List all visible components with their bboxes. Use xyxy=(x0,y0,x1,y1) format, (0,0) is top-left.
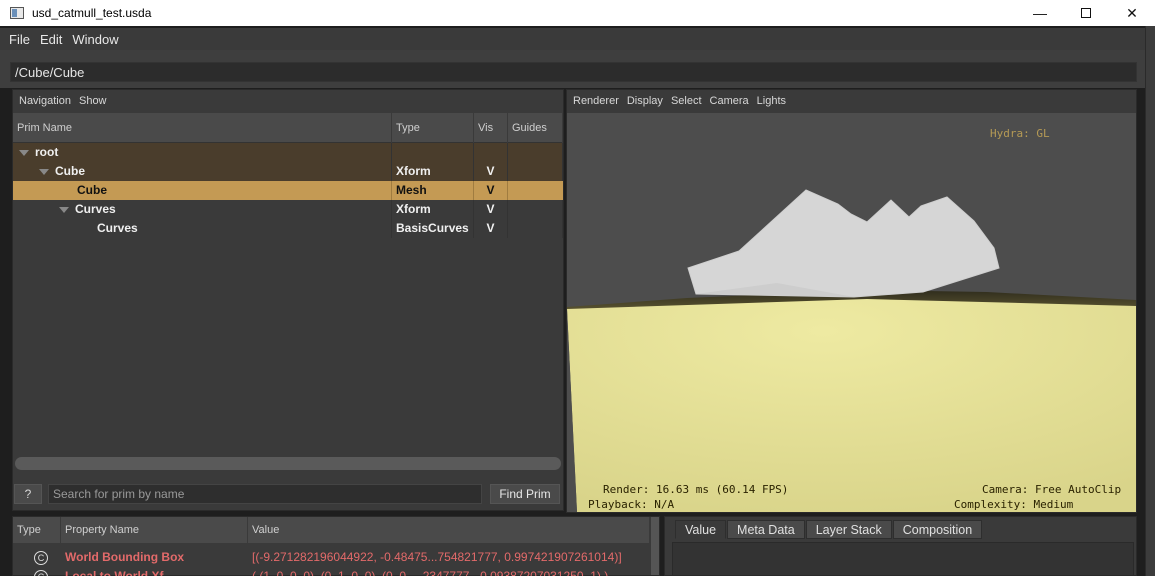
property-name: Local to World Xf... xyxy=(65,569,174,576)
path-bar: /Cube/Cube xyxy=(0,50,1145,88)
prim-vis[interactable]: V xyxy=(474,219,508,238)
menu-renderer[interactable]: Renderer xyxy=(569,95,623,107)
tab-value[interactable]: Value xyxy=(675,520,727,539)
ground-plane xyxy=(567,299,1136,512)
maximize-icon xyxy=(1081,8,1091,18)
hydra-label: Hydra: GL xyxy=(990,127,1050,140)
menu-display[interactable]: Display xyxy=(623,95,667,107)
tree-row-curves-basis[interactable]: Curves BasisCurves V xyxy=(13,219,563,238)
prim-type: BasisCurves xyxy=(392,219,474,238)
column-property-name[interactable]: Property Name xyxy=(61,517,248,543)
column-prim-name[interactable]: Prim Name xyxy=(13,113,392,143)
column-value[interactable]: Value xyxy=(248,517,649,543)
computed-icon: C xyxy=(34,570,48,576)
expand-arrow-icon[interactable] xyxy=(59,206,69,213)
property-value: [(-9.271282196044922, -0.48475...7548217… xyxy=(252,550,622,564)
menu-window[interactable]: Window xyxy=(67,32,123,47)
viewport-canvas[interactable]: Hydra: GL Render: 16.63 ms (60.14 FPS) P… xyxy=(567,113,1136,512)
prim-browser: Navigation Show Prim Name Type Vis Guide… xyxy=(12,89,564,511)
computed-icon: C xyxy=(34,551,48,565)
property-row[interactable]: C World Bounding Box [(-9.27128219604492… xyxy=(13,548,649,567)
camera-status: Camera: Free AutoClip xyxy=(982,483,1122,496)
app-icon xyxy=(10,7,24,19)
prim-guides xyxy=(508,200,563,219)
window-controls: — ✕ xyxy=(1017,0,1155,26)
viewport-menu: Renderer Display Select Camera Lights xyxy=(567,90,1136,112)
help-button[interactable]: ? xyxy=(14,484,42,504)
tree-row-cube-xform[interactable]: Cube Xform V xyxy=(13,162,563,181)
prim-name: Cube xyxy=(55,164,85,178)
property-header: Type Property Name Value xyxy=(13,517,649,543)
expand-arrow-icon[interactable] xyxy=(39,168,49,175)
close-icon: ✕ xyxy=(1126,4,1138,21)
tree-row-cube-mesh[interactable]: Cube Mesh V xyxy=(13,181,563,200)
prim-browser-menu: Navigation Show xyxy=(13,90,563,112)
property-value: ( (1, 0, 0, 0), (0, 1, 0, 0), (0, 0, ...… xyxy=(252,569,609,576)
property-name: World Bounding Box xyxy=(65,550,185,564)
menu-navigation[interactable]: Navigation xyxy=(15,95,75,107)
prim-vis[interactable]: V xyxy=(474,200,508,219)
window-edge xyxy=(1145,26,1155,576)
prim-name: Cube xyxy=(13,181,392,200)
prim-name: root xyxy=(35,145,59,159)
prim-guides xyxy=(508,162,563,181)
prim-search-bar: ? Search for prim by name Find Prim xyxy=(13,480,563,510)
prim-type: Xform xyxy=(392,162,474,181)
prim-guides xyxy=(508,143,563,162)
column-type[interactable]: Type xyxy=(392,113,474,143)
minimize-button[interactable]: — xyxy=(1017,0,1063,26)
prim-guides xyxy=(508,181,563,200)
property-panel: Type Property Name Value C World Boundin… xyxy=(12,516,660,576)
menu-show[interactable]: Show xyxy=(75,95,111,107)
menu-camera[interactable]: Camera xyxy=(706,95,753,107)
horizontal-scrollbar[interactable] xyxy=(15,457,561,470)
prim-tree: root Cube Xform V Cube Mesh V Curves Xfo… xyxy=(13,143,563,458)
prim-vis[interactable]: V xyxy=(474,162,508,181)
vertical-scrollbar[interactable] xyxy=(651,517,659,575)
tree-row-root[interactable]: root xyxy=(13,143,563,162)
mesh-shape xyxy=(687,189,1000,298)
property-row[interactable]: C Local to World Xf... ( (1, 0, 0, 0), (… xyxy=(13,567,649,576)
window-title: usd_catmull_test.usda xyxy=(32,6,152,20)
expand-arrow-icon[interactable] xyxy=(19,149,29,156)
prim-tree-header: Prim Name Type Vis Guides xyxy=(13,113,563,143)
tab-content-area xyxy=(672,542,1134,576)
column-prop-type[interactable]: Type xyxy=(13,517,61,543)
tree-row-curves-xform[interactable]: Curves Xform V xyxy=(13,200,563,219)
scene-render xyxy=(567,189,1136,512)
prim-type: Xform xyxy=(392,200,474,219)
stage-viewport: Renderer Display Select Camera Lights Hy… xyxy=(566,89,1137,513)
prim-type: Mesh xyxy=(392,181,474,200)
prim-name: Curves xyxy=(13,219,392,238)
tab-composition[interactable]: Composition xyxy=(892,520,983,539)
prim-guides xyxy=(508,219,563,238)
prim-path-field[interactable]: /Cube/Cube xyxy=(10,62,1137,82)
inspector-tabs: Value Meta Data Layer Stack Composition xyxy=(675,520,983,539)
render-time: Render: 16.63 ms (60.14 FPS) xyxy=(603,483,789,496)
menu-select[interactable]: Select xyxy=(667,95,706,107)
attribute-inspector: Value Meta Data Layer Stack Composition xyxy=(664,516,1137,576)
menu-lights[interactable]: Lights xyxy=(753,95,790,107)
tab-meta-data[interactable]: Meta Data xyxy=(727,520,805,539)
minimize-icon: — xyxy=(1033,5,1047,21)
prim-type xyxy=(392,143,474,162)
find-prim-button[interactable]: Find Prim xyxy=(490,484,560,504)
close-button[interactable]: ✕ xyxy=(1109,0,1155,26)
prim-search-input[interactable]: Search for prim by name xyxy=(48,484,482,504)
complexity-status: Complexity: Medium xyxy=(954,498,1074,511)
title-bar: usd_catmull_test.usda — ✕ xyxy=(0,0,1155,26)
prim-vis[interactable] xyxy=(474,143,508,162)
maximize-button[interactable] xyxy=(1063,0,1109,26)
playback-status: Playback: N/A xyxy=(588,498,675,511)
tab-layer-stack[interactable]: Layer Stack xyxy=(805,520,892,539)
menu-edit[interactable]: Edit xyxy=(35,32,67,47)
column-guides[interactable]: Guides xyxy=(508,113,563,143)
menu-file[interactable]: File xyxy=(4,32,35,47)
prim-name: Curves xyxy=(75,202,116,216)
menu-bar: File Edit Window xyxy=(0,28,1145,50)
prim-vis[interactable]: V xyxy=(474,181,508,200)
column-vis[interactable]: Vis xyxy=(474,113,508,143)
